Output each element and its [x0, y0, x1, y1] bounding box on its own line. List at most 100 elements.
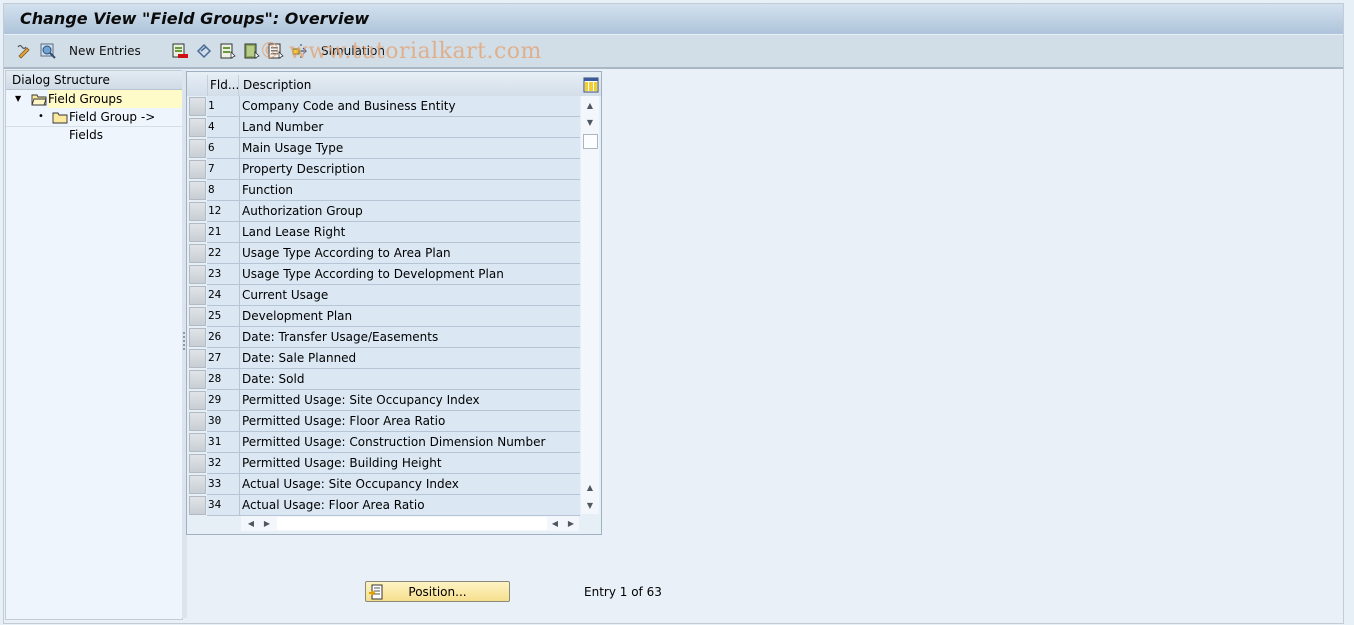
table-row[interactable]: 21 Land Lease Right: [187, 222, 580, 243]
cell-description: Permitted Usage: Building Height: [240, 453, 580, 474]
cell-description: Usage Type According to Development Plan: [240, 264, 580, 285]
application-toolbar: New Entries Simulation © www.tutorialkar…: [4, 35, 1343, 69]
scroll-right-end-button[interactable]: ▶: [565, 517, 577, 530]
row-selector[interactable]: [189, 118, 206, 137]
column-header-description[interactable]: Description: [240, 75, 580, 96]
table-row[interactable]: 29 Permitted Usage: Site Occupancy Index: [187, 390, 580, 411]
cell-fld: 33: [207, 474, 240, 495]
row-selector[interactable]: [189, 349, 206, 368]
dialog-structure-header: Dialog Structure: [6, 71, 182, 90]
table-row[interactable]: 25 Development Plan: [187, 306, 580, 327]
position-button[interactable]: Position...: [365, 581, 510, 602]
cell-fld: 23: [207, 264, 240, 285]
row-selector[interactable]: [189, 202, 206, 221]
table-row[interactable]: 8 Function: [187, 180, 580, 201]
scroll-page-up-button[interactable]: ▲: [583, 480, 597, 494]
cell-fld: 31: [207, 432, 240, 453]
row-selector[interactable]: [189, 244, 206, 263]
scroll-left-button[interactable]: ◀: [245, 517, 257, 530]
scroll-down-button[interactable]: ▼: [583, 115, 597, 129]
tree-item-field-group-fields[interactable]: • Field Group -> Fields: [6, 108, 182, 142]
scroll-page-down-button[interactable]: ▼: [583, 498, 597, 512]
cell-fld: 1: [207, 96, 240, 117]
deselect-all-button[interactable]: [268, 42, 284, 60]
row-selector[interactable]: [189, 496, 206, 515]
vertical-scrollbar[interactable]: ▲ ▼ ▲ ▼: [581, 96, 599, 514]
scroll-right-button[interactable]: ▶: [261, 517, 273, 530]
row-selector[interactable]: [189, 139, 206, 158]
cell-fld: 34: [207, 495, 240, 516]
table-row[interactable]: 12 Authorization Group: [187, 201, 580, 222]
horizontal-track[interactable]: [277, 517, 547, 530]
column-header-fld[interactable]: Fld...: [208, 75, 239, 96]
table-row[interactable]: 27 Date: Sale Planned: [187, 348, 580, 369]
row-selector[interactable]: [189, 433, 206, 452]
table-row[interactable]: 34 Actual Usage: Floor Area Ratio: [187, 495, 580, 516]
field-groups-table: Fld... Description 1 Company Code and Bus…: [186, 71, 602, 535]
undo-change-button[interactable]: [196, 42, 212, 60]
horizontal-scrollbar[interactable]: ◀ ▶ ◀ ▶: [241, 516, 579, 531]
delete-icon: [172, 43, 188, 59]
cell-fld: 29: [207, 390, 240, 411]
table-row[interactable]: 30 Permitted Usage: Floor Area Ratio: [187, 411, 580, 432]
cell-fld: 26: [207, 327, 240, 348]
deselect-all-icon: [268, 43, 284, 59]
tree-item-field-groups[interactable]: ▼ Field Groups: [6, 90, 182, 108]
select-all-rows-cell[interactable]: [187, 75, 208, 96]
table-row[interactable]: 6 Main Usage Type: [187, 138, 580, 159]
table-row[interactable]: 1 Company Code and Business Entity: [187, 96, 580, 117]
cell-description: Permitted Usage: Construction Dimension …: [240, 432, 580, 453]
cell-description: Actual Usage: Site Occupancy Index: [240, 474, 580, 495]
change-display-button[interactable]: [16, 42, 32, 60]
find-button[interactable]: [40, 42, 56, 60]
table-row[interactable]: 28 Date: Sold: [187, 369, 580, 390]
row-selector[interactable]: [189, 160, 206, 179]
select-all-button[interactable]: [220, 42, 236, 60]
row-selector[interactable]: [189, 286, 206, 305]
table-row[interactable]: 26 Date: Transfer Usage/Easements: [187, 327, 580, 348]
cell-description: Actual Usage: Floor Area Ratio: [240, 495, 580, 516]
column-settings-icon[interactable]: [583, 77, 599, 93]
cell-fld: 32: [207, 453, 240, 474]
cell-description: Function: [240, 180, 580, 201]
table-row[interactable]: 24 Current Usage: [187, 285, 580, 306]
row-selector[interactable]: [189, 181, 206, 200]
table-row[interactable]: 22 Usage Type According to Area Plan: [187, 243, 580, 264]
scroll-up-button[interactable]: ▲: [583, 98, 597, 112]
cell-description: Date: Sale Planned: [240, 348, 580, 369]
table-row[interactable]: 32 Permitted Usage: Building Height: [187, 453, 580, 474]
row-selector[interactable]: [189, 307, 206, 326]
table-body: 1 Company Code and Business Entity 4 Land N…: [187, 96, 580, 516]
cell-description: Date: Sold: [240, 369, 580, 390]
scroll-left-end-button[interactable]: ◀: [549, 517, 561, 530]
cell-fld: 7: [207, 159, 240, 180]
row-selector[interactable]: [189, 412, 206, 431]
select-block-button[interactable]: [244, 42, 260, 60]
row-selector[interactable]: [189, 391, 206, 410]
row-selector[interactable]: [189, 475, 206, 494]
row-selector[interactable]: [189, 328, 206, 347]
cell-fld: 24: [207, 285, 240, 306]
folder-open-icon: [31, 92, 47, 108]
delete-button[interactable]: [172, 42, 188, 60]
new-entries-button[interactable]: New Entries: [69, 42, 141, 60]
splitter-grip[interactable]: [183, 332, 185, 350]
title-bar: Change View "Field Groups": Overview: [4, 4, 1343, 35]
row-selector[interactable]: [189, 97, 206, 116]
row-selector[interactable]: [189, 223, 206, 242]
scroll-thumb[interactable]: [583, 134, 598, 149]
simulation-button[interactable]: Simulation: [292, 42, 385, 60]
table-row[interactable]: 7 Property Description: [187, 159, 580, 180]
row-selector[interactable]: [189, 370, 206, 389]
simulation-icon: [292, 43, 308, 59]
expand-arrow-icon[interactable]: ▼: [15, 90, 21, 108]
table-row[interactable]: 23 Usage Type According to Development Pl…: [187, 264, 580, 285]
table-row[interactable]: 31 Permitted Usage: Construction Dimensio…: [187, 432, 580, 453]
table-row[interactable]: 33 Actual Usage: Site Occupancy Index: [187, 474, 580, 495]
cell-fld: 21: [207, 222, 240, 243]
row-selector[interactable]: [189, 265, 206, 284]
row-selector[interactable]: [189, 454, 206, 473]
table-row[interactable]: 4 Land Number: [187, 117, 580, 138]
cell-description: Usage Type According to Area Plan: [240, 243, 580, 264]
cell-fld: 6: [207, 138, 240, 159]
